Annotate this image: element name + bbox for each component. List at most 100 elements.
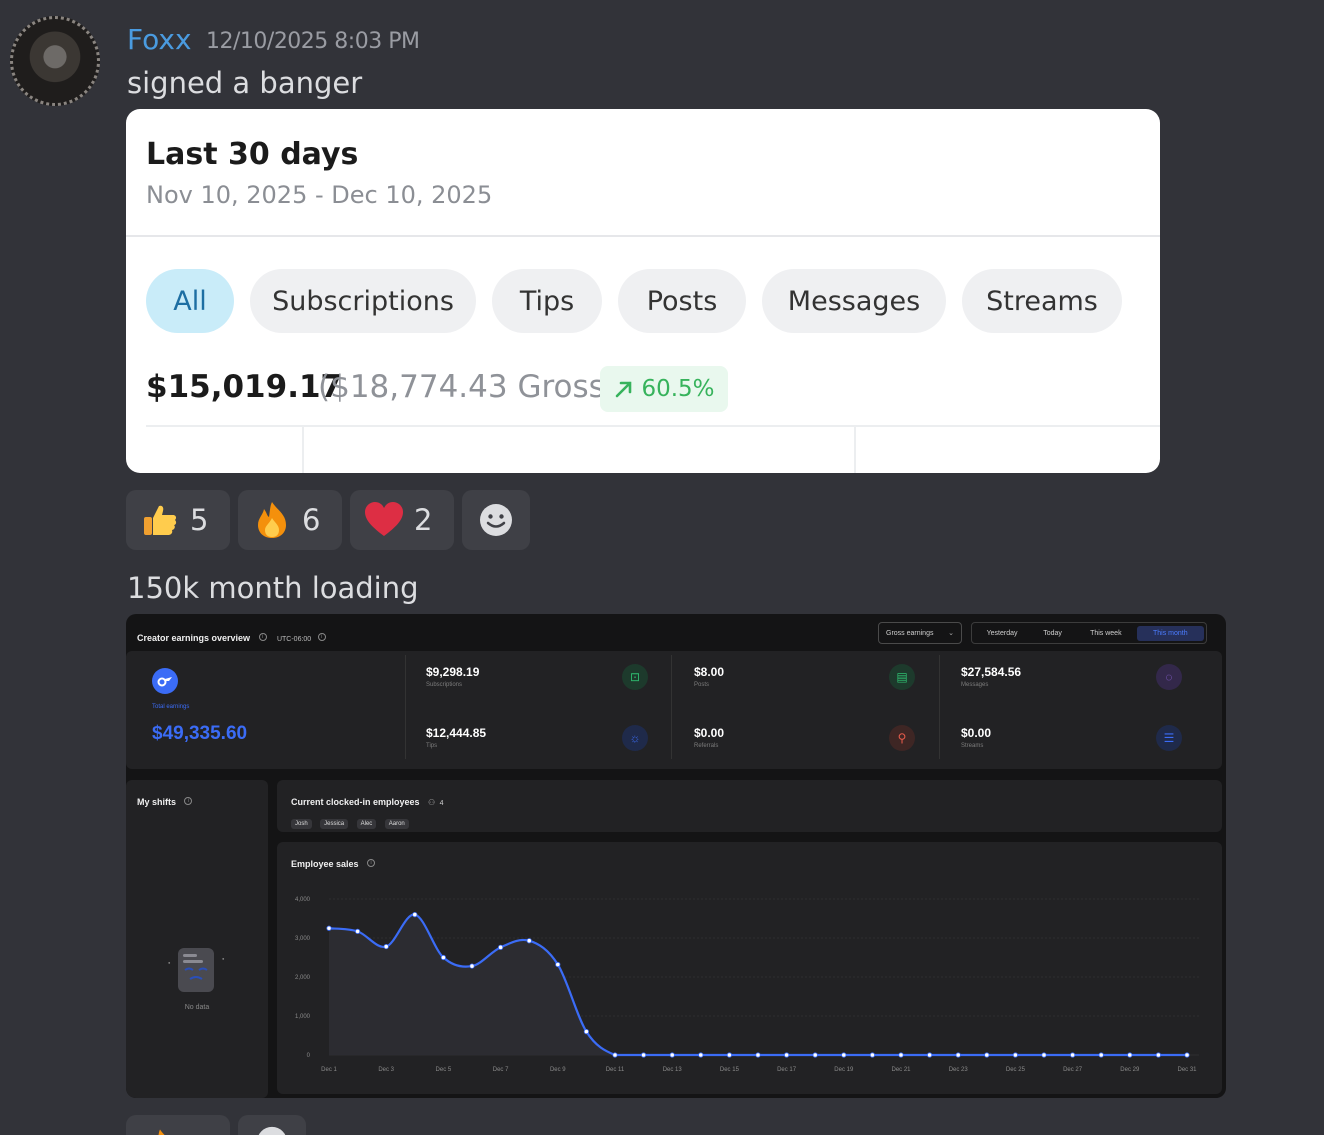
data-point [812, 1052, 818, 1058]
filter-all[interactable]: All [146, 269, 234, 333]
y-tick-label: 4,000 [295, 897, 311, 903]
total-earnings-label: Total earnings [152, 704, 190, 710]
my-shifts-panel: My shifts i ● ● No data [126, 780, 268, 1098]
filter-posts[interactable]: Posts [618, 269, 746, 333]
reaction-count: 6 [302, 503, 321, 537]
x-tick-label: Dec 13 [663, 1067, 683, 1073]
x-tick-label: Dec 23 [949, 1067, 969, 1073]
reaction-fire[interactable] [126, 1115, 230, 1135]
divider [854, 427, 856, 473]
tips-icon: ☼ [622, 725, 648, 751]
dashboard-title: Creator earnings overview [137, 633, 251, 643]
tab-today[interactable]: Today [1030, 630, 1075, 637]
data-point [698, 1052, 704, 1058]
x-tick-label: Dec 31 [1177, 1067, 1197, 1073]
add-reaction-button[interactable] [238, 1115, 306, 1135]
stat-referrals-value: $0.00 [694, 726, 725, 740]
message-text: 150k month loading [127, 571, 419, 605]
data-point [955, 1052, 961, 1058]
y-tick-label: 1,000 [295, 1014, 311, 1020]
thumbs-up-icon [140, 500, 180, 540]
data-point [984, 1052, 990, 1058]
shifts-empty-text: No data [184, 1004, 210, 1011]
message-timestamp: 12/10/2025 8:03 PM [206, 29, 420, 54]
clocked-count: 4 [439, 800, 444, 807]
reaction-heart[interactable]: 2 [350, 490, 454, 550]
x-tick-label: Dec 7 [493, 1067, 509, 1073]
empty-document-icon [176, 946, 216, 994]
timezone-label: UTC-06:00 [276, 636, 312, 643]
period-tabs: Yesterday Today This week This month [971, 622, 1207, 644]
data-point [469, 963, 475, 969]
earnings-type-select[interactable]: Gross earnings ⌄ [878, 622, 962, 644]
data-point [326, 925, 332, 931]
messages-icon: ◌ [1156, 664, 1182, 690]
data-point [383, 943, 389, 950]
reaction-thumbs-up[interactable]: 5 [126, 490, 230, 550]
filter-messages[interactable]: Messages [762, 269, 946, 333]
x-tick-label: Dec 17 [777, 1067, 797, 1073]
fire-icon [252, 500, 292, 540]
employee-sales-panel: Employee sales i 0 1,000 2,000 3,000 4,000 De… [277, 842, 1222, 1094]
x-tick-label: Dec 5 [436, 1067, 452, 1073]
add-reaction-button[interactable] [462, 490, 530, 550]
data-point [669, 1052, 675, 1058]
employee-tag[interactable]: Aaron [384, 819, 409, 829]
stat-messages-value: $27,584.56 [961, 665, 1022, 679]
filter-tips[interactable]: Tips [492, 269, 602, 333]
shifts-header: My shifts i [137, 792, 193, 810]
stat-messages-label: Messages [961, 682, 989, 688]
data-point [440, 954, 446, 961]
clocked-in-panel: Current clocked-in employees ⚇ 4 Josh Je… [277, 780, 1222, 832]
tab-yesterday[interactable]: Yesterday [974, 630, 1030, 637]
username[interactable]: Foxx [127, 23, 192, 56]
data-point [1069, 1052, 1076, 1058]
y-tick-label: 2,000 [295, 975, 311, 981]
data-point [583, 1029, 589, 1035]
data-point [555, 961, 561, 968]
x-tick-label: Dec 3 [378, 1067, 394, 1073]
data-point [355, 928, 361, 934]
employee-tag[interactable]: Alec [356, 819, 377, 829]
subscriptions-icon: ⊡ [622, 664, 648, 690]
y-tick-label: 3,000 [295, 936, 311, 942]
stat-tips-label: Tips [426, 743, 438, 749]
y-tick-label: 0 [307, 1053, 311, 1059]
sparkle-icon: ● [222, 956, 225, 961]
data-point [841, 1052, 847, 1058]
filter-streams[interactable]: Streams [962, 269, 1122, 333]
data-point [726, 1052, 732, 1058]
reaction-count: 5 [190, 503, 209, 537]
shifts-title: My shifts [137, 797, 177, 807]
info-icon[interactable]: i [258, 632, 267, 641]
data-point [1012, 1052, 1019, 1058]
data-point [1155, 1052, 1162, 1058]
divider [302, 427, 304, 473]
change-percent: 60.5% [641, 376, 715, 402]
smiley-icon [258, 1126, 286, 1135]
info-icon[interactable]: i [317, 632, 326, 641]
divider [671, 655, 672, 759]
smiley-icon [480, 504, 512, 536]
streams-icon: ☰ [1156, 725, 1182, 751]
data-point [898, 1052, 904, 1058]
stat-streams-value: $0.00 [961, 726, 992, 740]
period-title: Last 30 days [146, 137, 359, 172]
tab-this-week[interactable]: This week [1075, 630, 1137, 637]
employee-tag[interactable]: Josh [291, 819, 312, 829]
reaction-fire[interactable]: 6 [238, 490, 342, 550]
filter-subscriptions[interactable]: Subscriptions [250, 269, 476, 333]
employee-tag[interactable]: Jessica [320, 819, 349, 829]
data-point [526, 938, 532, 944]
tab-this-month[interactable]: This month [1136, 625, 1204, 641]
dashboard-screenshot[interactable]: Creator earnings overview i UTC-06:00 i … [126, 614, 1226, 1098]
stat-tips-value: $12,444.85 [426, 726, 487, 740]
info-icon[interactable]: i [184, 796, 193, 805]
divider [126, 235, 1160, 237]
earnings-screenshot-card[interactable]: Last 30 days Nov 10, 2025 - Dec 10, 2025… [126, 109, 1160, 473]
brand-logo-icon [152, 668, 178, 694]
data-point [783, 1052, 790, 1058]
earnings-overview-panel: Total earnings $49,335.60 $9,298.19 Subs… [126, 651, 1222, 769]
x-tick-label: Dec 29 [1120, 1067, 1140, 1073]
user-avatar[interactable] [10, 16, 100, 106]
